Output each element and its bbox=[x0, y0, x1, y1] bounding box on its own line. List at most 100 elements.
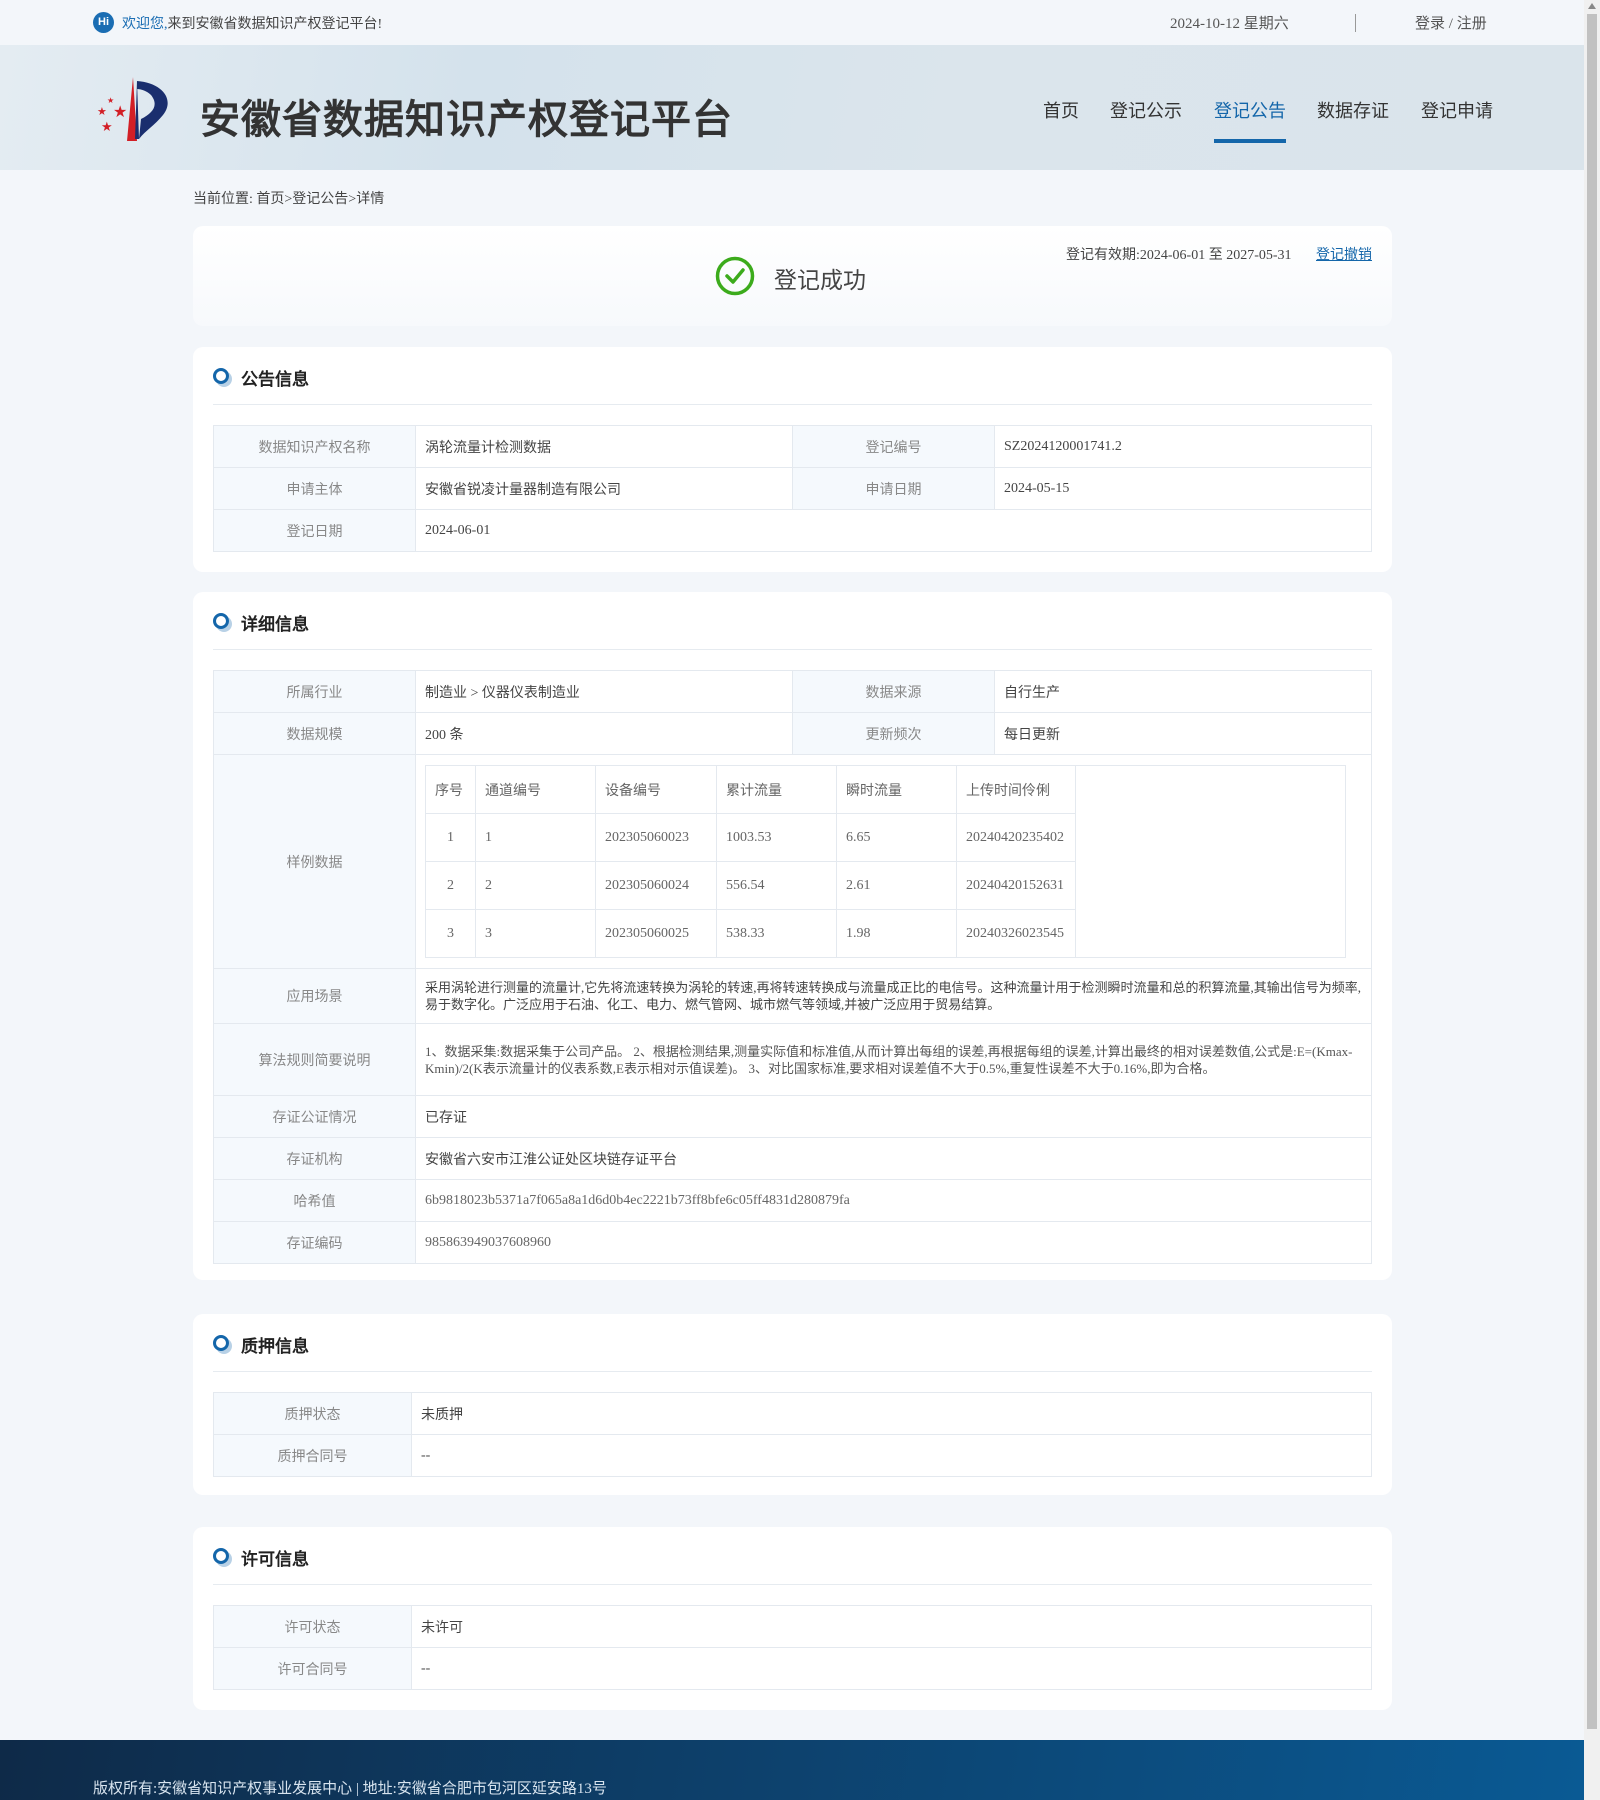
hi-icon: Hi bbox=[93, 12, 114, 33]
table-row: 应用场景 采用涡轮进行测量的流量计,它先将流速转换为涡轮的转速,再将转速转换成与流… bbox=[213, 968, 1372, 1024]
value: 自行生产 bbox=[994, 670, 1372, 713]
divider bbox=[1355, 14, 1356, 32]
value: 安徽省六安市江淮公证处区块链存证平台 bbox=[415, 1137, 1372, 1180]
circle-icon bbox=[213, 1548, 229, 1564]
current-date: 2024-10-12 星期六 bbox=[1170, 16, 1289, 32]
label: 存证编码 bbox=[213, 1221, 416, 1264]
table-row: 样例数据 序号 通道编号 设备编号 累计流量 瞬时流量 上传时间伶俐 1 1 20230506… bbox=[213, 754, 1372, 969]
scrollbar-thumb[interactable] bbox=[1587, 14, 1597, 1729]
welcome-rest: 来到安徽省数据知识产权登记平台! bbox=[167, 17, 383, 32]
validity-period: 登记有效期:2024-06-01 至 2027-05-31 bbox=[1066, 248, 1292, 263]
label: 更新频次 bbox=[792, 712, 995, 755]
value: 采用涡轮进行测量的流量计,它先将流速转换为涡轮的转速,再将转速转换成与流量成正比… bbox=[415, 968, 1372, 1024]
cell: 202305060024 bbox=[595, 861, 717, 910]
register-link[interactable]: 注册 bbox=[1457, 16, 1487, 32]
site-footer: 版权所有:安徽省知识产权事业发展中心 | 地址:安徽省合肥市包河区延安路13号 bbox=[0, 1740, 1584, 1800]
column-header: 通道编号 bbox=[475, 765, 596, 814]
cell: 1.98 bbox=[836, 909, 957, 958]
login-link[interactable]: 登录 bbox=[1415, 16, 1445, 32]
value: -- bbox=[411, 1647, 1372, 1690]
label: 应用场景 bbox=[213, 968, 416, 1024]
label: 存证公证情况 bbox=[213, 1095, 416, 1138]
cell: 3 bbox=[475, 909, 596, 958]
table-row: 哈希值 6b9818023b5371a7f065a8a1d6d0b4ec2221b… bbox=[213, 1179, 1372, 1222]
value: 涡轮流量计检测数据 bbox=[415, 425, 793, 468]
detail-table: 所属行业 制造业 > 仪器仪表制造业 数据来源 自行生产 数据规模 200 条更新频次每… bbox=[213, 670, 1372, 1264]
breadcrumb-detail: 详情 bbox=[356, 192, 385, 207]
sample-table: 序号 通道编号 设备编号 累计流量 瞬时流量 上传时间伶俐 1 1 202305060023 1… bbox=[425, 765, 1346, 958]
revoke-link[interactable]: 登记撤销 bbox=[1316, 244, 1372, 264]
status-text: 登记成功 bbox=[774, 268, 866, 293]
status-card: 登记成功 登记有效期:2024-06-01 至 2027-05-31 登记撤销 bbox=[193, 226, 1392, 326]
nav-home[interactable]: 首页 bbox=[1043, 97, 1079, 123]
check-circle-icon bbox=[715, 256, 755, 296]
slash: / bbox=[1445, 16, 1457, 32]
table-row: 申请主体 安徽省锐凌计量器制造有限公司 申请日期 2024-05-15 bbox=[213, 467, 1372, 510]
nav-data-deposit[interactable]: 数据存证 bbox=[1317, 97, 1389, 123]
cell: 3 bbox=[425, 909, 476, 958]
value: 985863949037608960 bbox=[415, 1221, 1372, 1264]
label: 数据来源 bbox=[792, 670, 995, 713]
value: -- bbox=[411, 1434, 1372, 1477]
table-row: 许可状态 未许可 bbox=[213, 1605, 1372, 1648]
svg-text:★: ★ bbox=[97, 106, 107, 118]
footer-text: 版权所有:安徽省知识产权事业发展中心 | 地址:安徽省合肥市包河区延安路13号 bbox=[93, 1781, 607, 1797]
breadcrumb-home[interactable]: 首页 bbox=[256, 192, 284, 207]
svg-text:★: ★ bbox=[101, 119, 113, 134]
label: 登记日期 bbox=[213, 509, 416, 552]
value: 未许可 bbox=[411, 1605, 1372, 1648]
sample-data-cell: 序号 通道编号 设备编号 累计流量 瞬时流量 上传时间伶俐 1 1 202305060023 1… bbox=[415, 754, 1372, 969]
welcome-text: 欢迎您,来到安徽省数据知识产权登记平台! bbox=[122, 13, 382, 33]
cell: 538.33 bbox=[716, 909, 837, 958]
table-row: 质押状态 未质押 bbox=[213, 1392, 1372, 1435]
table-row: 数据规模 200 条更新频次 每日更新 bbox=[213, 712, 1372, 755]
sample-header-row: 序号 通道编号 设备编号 累计流量 瞬时流量 上传时间伶俐 bbox=[425, 765, 1346, 958]
label: 申请主体 bbox=[213, 467, 416, 510]
table-row: 所属行业 制造业 > 仪器仪表制造业 数据来源 自行生产 bbox=[213, 670, 1372, 713]
label: 质押合同号 bbox=[213, 1434, 412, 1477]
pledge-section: 质押信息 质押状态 未质押 质押合同号 -- bbox=[193, 1314, 1392, 1495]
value: 每日更新 bbox=[994, 712, 1372, 755]
column-header: 累计流量 bbox=[716, 765, 837, 814]
section-title: 质押信息 bbox=[241, 1337, 309, 1357]
cell: 202305060023 bbox=[595, 813, 717, 862]
notice-table: 数据知识产权名称 涡轮流量计检测数据 登记编号 SZ2024120001741.2 申… bbox=[213, 425, 1372, 552]
section-title: 公告信息 bbox=[241, 370, 309, 390]
svg-text:★: ★ bbox=[113, 104, 127, 121]
auth-links: 登录 / 注册 bbox=[1415, 12, 1487, 33]
breadcrumb-label: 当前位置: bbox=[193, 192, 253, 207]
table-row: 存证公证情况 已存证 bbox=[213, 1095, 1372, 1138]
scroll-up-icon[interactable] bbox=[1588, 3, 1596, 9]
scrollbar[interactable] bbox=[1584, 0, 1600, 1800]
column-header: 瞬时流量 bbox=[836, 765, 957, 814]
license-table: 许可状态 未许可 许可合同号 -- bbox=[213, 1605, 1372, 1690]
value: 200 条 bbox=[415, 712, 793, 755]
nav-apply[interactable]: 登记申请 bbox=[1421, 97, 1493, 123]
breadcrumb-announcement[interactable]: 登记公告 bbox=[292, 192, 348, 207]
label: 质押状态 bbox=[213, 1392, 412, 1435]
divider bbox=[213, 404, 1372, 405]
empty-cell bbox=[1075, 765, 1346, 958]
notice-section: 公告信息 数据知识产权名称 涡轮流量计检测数据 登记编号 SZ202412000174… bbox=[193, 347, 1392, 572]
cell: 202305060025 bbox=[595, 909, 717, 958]
cell: 2 bbox=[425, 861, 476, 910]
site-header: ★ ★ ★ ★ 安徽省数据知识产权登记平台 首页 登记公示 登记公告 数据存证 … bbox=[0, 45, 1584, 170]
circle-icon bbox=[213, 1335, 229, 1351]
site-title: 安徽省数据知识产权登记平台 bbox=[200, 97, 733, 143]
divider bbox=[213, 649, 1372, 650]
label: 算法规则简要说明 bbox=[213, 1023, 416, 1096]
section-title: 详细信息 bbox=[241, 615, 309, 635]
column-header: 序号 bbox=[425, 765, 476, 814]
value: 1、数据采集:数据采集于公司产品。 2、根据检测结果,测量实际值和标准值,从而计… bbox=[415, 1023, 1372, 1096]
label: 所属行业 bbox=[213, 670, 416, 713]
nav-publicity[interactable]: 登记公示 bbox=[1110, 97, 1182, 123]
label: 存证机构 bbox=[213, 1137, 416, 1180]
value: 6b9818023b5371a7f065a8a1d6d0b4ec2221b73f… bbox=[415, 1179, 1372, 1222]
table-row: 存证机构 安徽省六安市江淮公证处区块链存证平台 bbox=[213, 1137, 1372, 1180]
detail-section: 详细信息 所属行业 制造业 > 仪器仪表制造业 数据来源 自行生产 数据规模 200 条… bbox=[193, 592, 1392, 1280]
column-header: 上传时间伶俐 bbox=[956, 765, 1076, 814]
nav-announcement[interactable]: 登记公告 bbox=[1214, 97, 1286, 143]
table-row: 存证编码 985863949037608960 bbox=[213, 1221, 1372, 1264]
column-header: 设备编号 bbox=[595, 765, 717, 814]
platform-logo-icon[interactable]: ★ ★ ★ ★ bbox=[93, 75, 178, 145]
